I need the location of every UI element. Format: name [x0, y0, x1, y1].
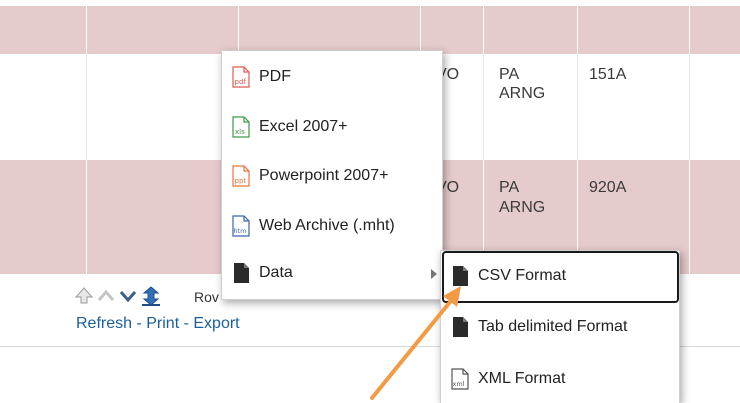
annotation-arrow-icon [370, 286, 461, 400]
report-view: VO PA ARNG 151A VO PA ARNG 920A Rov Refr… [0, 0, 740, 403]
